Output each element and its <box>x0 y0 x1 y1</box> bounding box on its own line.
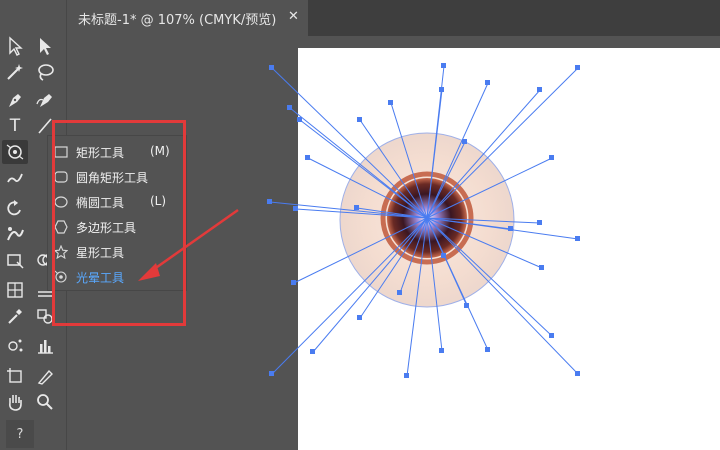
hand-tool-button[interactable] <box>2 390 28 414</box>
zoom-icon <box>37 394 53 410</box>
ellipse-icon <box>54 196 68 208</box>
rectangle-tool-shortcut: (M) <box>150 144 170 158</box>
ellipse-tool-item[interactable]: 椭圆工具 (L) <box>48 190 186 214</box>
pen-icon <box>9 94 21 107</box>
document-tab[interactable]: 未标题-1* @ 107% (CMYK/预览) ✕ <box>68 0 308 36</box>
lasso-icon <box>38 64 54 81</box>
polygon-icon <box>54 220 68 234</box>
shape-tools-flyout: 矩形工具 (M) 圆角矩形工具 椭圆工具 (L) 多边形工具 星形工具 光晕工具 <box>48 136 186 290</box>
blend-tool-button[interactable] <box>32 304 58 328</box>
magic-wand-tool-button[interactable] <box>2 60 28 84</box>
rectangle-tool-item[interactable]: 矩形工具 (M) <box>48 140 186 164</box>
star-tool-label: 星形工具 <box>76 246 125 260</box>
free-transform-tool-button[interactable] <box>2 248 28 272</box>
bar-graph-icon <box>38 340 53 354</box>
paintbrush-tool-button[interactable] <box>2 166 28 190</box>
direct-selection-tool-button[interactable] <box>32 34 58 58</box>
flare-tool-item[interactable]: 光晕工具 <box>48 265 186 289</box>
rotate-icon <box>7 200 21 216</box>
brush-icon <box>7 173 23 183</box>
artboard-tool-button[interactable] <box>2 364 28 388</box>
knife-icon <box>37 369 53 385</box>
curvature-pen-icon <box>36 94 52 107</box>
warp-tool-button[interactable] <box>2 222 28 246</box>
slice-tool-button[interactable] <box>32 364 58 388</box>
zoom-tool-button[interactable] <box>32 390 58 414</box>
document-tab-title: 未标题-1* @ 107% (CMYK/预览) <box>78 12 277 28</box>
line-segment-tool-button[interactable] <box>32 114 58 138</box>
flare-icon <box>54 270 67 283</box>
selection-tool-button[interactable] <box>2 34 28 58</box>
ellipse-tool-shortcut: (L) <box>150 194 167 208</box>
pen-tool-button[interactable] <box>2 88 28 112</box>
arrow-filled-icon <box>40 38 51 55</box>
symbol-sprayer-icon <box>8 339 23 352</box>
ellipse-tool-label: 椭圆工具 <box>76 196 125 210</box>
rotate-tool-button[interactable] <box>2 196 28 220</box>
polygon-tool-item[interactable]: 多边形工具 <box>48 215 186 239</box>
rounded-rectangle-icon <box>54 171 68 183</box>
shape-tool-button[interactable] <box>2 140 28 164</box>
help-icon: ? <box>16 426 24 442</box>
column-graph-tool-button[interactable] <box>32 334 58 358</box>
eyedropper-tool-button[interactable] <box>2 304 28 328</box>
curvature-tool-button[interactable] <box>32 88 58 112</box>
arrow-outline-icon <box>9 36 23 56</box>
blend-icon <box>37 309 53 324</box>
free-transform-icon <box>7 254 24 269</box>
flare-tool-label: 光晕工具 <box>76 271 125 285</box>
rectangle-icon <box>54 146 68 158</box>
illustrator-window: 未标题-1* @ 107% (CMYK/预览) ✕ T ? 矩形工具 (M) 圆… <box>0 0 720 450</box>
grid-icon <box>7 282 23 298</box>
type-icon: T <box>9 116 21 136</box>
line-icon <box>38 118 52 134</box>
type-tool-button[interactable]: T <box>2 114 28 138</box>
help-button[interactable]: ? <box>6 420 34 448</box>
lasso-tool-button[interactable] <box>32 60 58 84</box>
magic-wand-icon <box>7 64 23 80</box>
artboard[interactable] <box>298 48 720 450</box>
flare-icon <box>6 144 24 160</box>
document-tab-bar: 未标题-1* @ 107% (CMYK/预览) ✕ <box>68 0 720 36</box>
symbol-sprayer-tool-button[interactable] <box>2 334 28 358</box>
warp-icon <box>7 227 24 241</box>
star-icon <box>54 245 68 259</box>
hand-icon <box>9 395 22 411</box>
perspective-grid-tool-button[interactable] <box>2 278 28 302</box>
rectangle-tool-label: 矩形工具 <box>76 146 125 160</box>
rounded-rectangle-tool-item[interactable]: 圆角矩形工具 <box>48 165 186 189</box>
artboard-icon <box>7 368 22 383</box>
star-tool-item[interactable]: 星形工具 <box>48 240 186 264</box>
rounded-rectangle-tool-label: 圆角矩形工具 <box>76 171 149 185</box>
eyedropper-icon <box>8 309 22 324</box>
polygon-tool-label: 多边形工具 <box>76 221 137 235</box>
close-tab-icon[interactable]: ✕ <box>288 9 299 24</box>
